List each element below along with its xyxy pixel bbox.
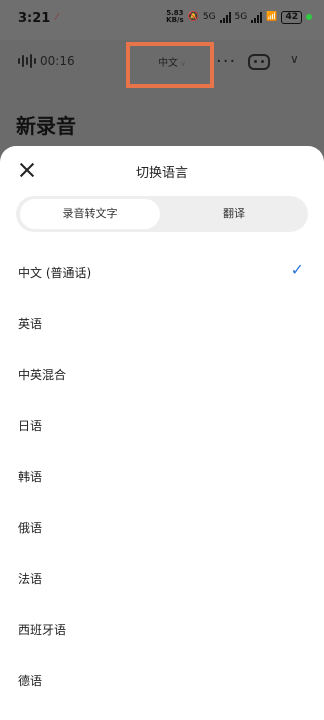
language-option-german[interactable]: 德语 (0, 654, 324, 705)
tab-translate[interactable]: 翻译 (164, 199, 304, 229)
page-title: 新录音 (16, 114, 76, 138)
language-option-mixed[interactable]: 中英混合 (0, 348, 324, 399)
language-label: 中文 (普通话) (18, 266, 92, 280)
ai-assistant-button[interactable] (248, 54, 270, 70)
recording-duration: 00:16 (40, 54, 75, 68)
language-option-french[interactable]: 法语 (0, 552, 324, 603)
net-speed: 5.83 KB/s (166, 9, 184, 24)
language-label: 韩语 (18, 470, 43, 484)
language-option-korean[interactable]: 韩语 (0, 450, 324, 501)
language-label: 西班牙语 (18, 623, 67, 637)
notification-icon: ⁄ (56, 12, 58, 23)
privacy-dot (306, 14, 312, 20)
signal-label-1: 5G (202, 12, 216, 22)
waveform-icon (18, 54, 36, 68)
language-label: 英语 (18, 317, 43, 331)
wifi-icon: 📶 (266, 12, 278, 22)
tab-transcribe[interactable]: 录音转文字 (20, 199, 160, 229)
more-options-button[interactable]: ··· (216, 53, 236, 71)
language-list: 中文 (普通话) ✓ 英语 中英混合 日语 韩语 俄语 法语 西班牙语 德语 (0, 246, 324, 705)
signal-icon-2 (251, 11, 263, 23)
mode-segmented-control: 录音转文字 翻译 (16, 196, 308, 232)
language-label: 德语 (18, 674, 43, 688)
battery-indicator: 42 (281, 10, 302, 24)
language-option-english[interactable]: 英语 (0, 297, 324, 348)
language-option-russian[interactable]: 俄语 (0, 501, 324, 552)
status-time: 3:21 (18, 11, 51, 26)
highlight-annotation (126, 42, 214, 88)
language-sheet: 切换语言 录音转文字 翻译 中文 (普通话) ✓ 英语 中英混合 日语 韩语 俄… (0, 146, 324, 720)
checkmark-icon: ✓ (290, 260, 304, 279)
language-option-mandarin[interactable]: 中文 (普通话) ✓ (0, 246, 324, 297)
language-label: 俄语 (18, 521, 43, 535)
expand-chevron-button[interactable]: ∨ (290, 52, 299, 66)
mute-icon: 🔕 (187, 12, 199, 22)
language-option-japanese[interactable]: 日语 (0, 399, 324, 450)
signal-icon (219, 11, 231, 23)
status-icons: 5.83 KB/s 🔕 5G 5G 📶 42 (166, 10, 312, 24)
language-label: 中英混合 (18, 368, 67, 382)
sheet-title: 切换语言 (135, 166, 188, 181)
language-label: 法语 (18, 572, 43, 586)
language-option-spanish[interactable]: 西班牙语 (0, 603, 324, 654)
language-label: 日语 (18, 419, 43, 433)
status-bar: 3:21 ⁄ 5.83 KB/s 🔕 5G 5G 📶 42 (0, 0, 324, 40)
signal-label-2: 5G (234, 12, 248, 22)
sheet-header: 切换语言 (0, 146, 324, 196)
